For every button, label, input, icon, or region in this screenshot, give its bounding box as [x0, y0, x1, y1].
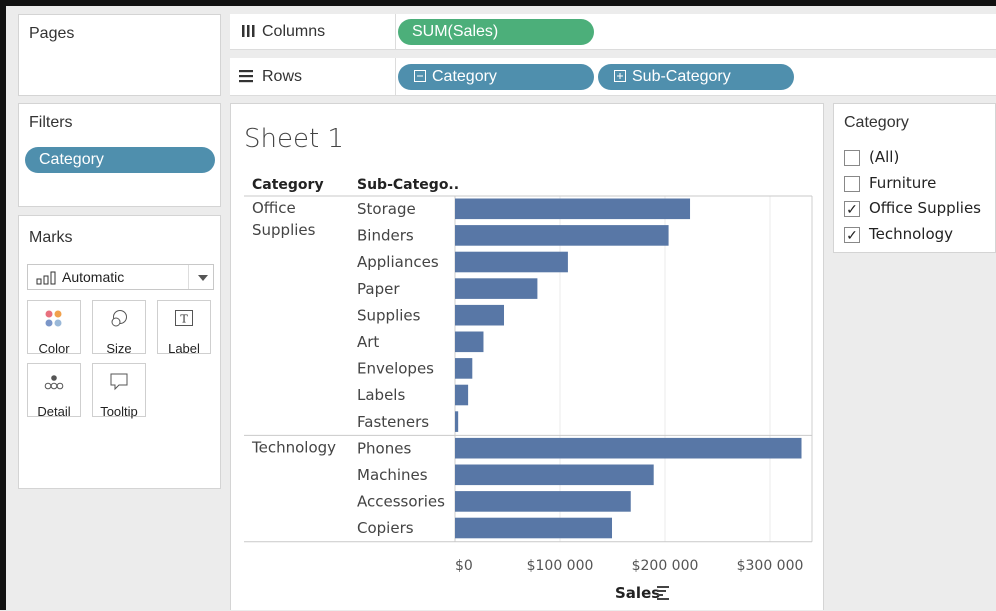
sub-category-label: Machines	[357, 466, 428, 484]
category-row-pill[interactable]: Category	[398, 64, 594, 90]
columns-icon	[242, 25, 255, 37]
label-button[interactable]: T Label	[157, 300, 211, 356]
sheet-card: Sheet 1 Category Sub-Catego.. Office Supp…	[230, 103, 824, 610]
collapse-icon[interactable]	[414, 70, 426, 82]
bar-fasteners[interactable]	[455, 411, 459, 432]
sub-category-label: Paper	[357, 280, 400, 298]
columns-shelf[interactable]: Columns SUM(Sales)	[230, 14, 996, 50]
tooltip-button[interactable]: Tooltip	[92, 363, 146, 419]
bar-accessories[interactable]	[455, 491, 631, 512]
sub-category-label: Art	[357, 333, 379, 351]
rows-icon	[239, 70, 253, 83]
chevron-down-icon	[198, 275, 208, 281]
bar-labels[interactable]	[455, 384, 469, 406]
color-icon	[45, 310, 62, 327]
size-icon	[111, 310, 127, 327]
bar-envelopes[interactable]	[455, 358, 473, 379]
sub-category-label: Binders	[357, 227, 414, 245]
category-filter-title: Category	[844, 114, 909, 131]
sub-category-label: Envelopes	[357, 360, 434, 378]
bar-binders[interactable]	[455, 225, 669, 246]
color-button[interactable]: Color	[27, 300, 81, 356]
bar-paper[interactable]	[455, 278, 538, 299]
marks-title: Marks	[29, 229, 73, 246]
checkbox-technology[interactable]: ✓	[844, 226, 860, 243]
marks-card: Marks Automatic Color Size T Label Detai…	[18, 215, 221, 489]
category-label: Technology	[251, 438, 336, 456]
sub-category-label: Copiers	[357, 519, 414, 537]
x-tick-label: $200 000	[632, 558, 699, 574]
detail-icon	[44, 375, 64, 390]
checkbox-label: Furniture	[869, 173, 937, 192]
bar-phones[interactable]	[455, 437, 802, 459]
x-axis-label: Sales	[615, 584, 660, 602]
sub-category-header: Sub-Catego..	[357, 177, 459, 193]
checkbox-furniture[interactable]	[844, 175, 860, 192]
x-tick-label: $0	[455, 558, 473, 574]
text-label-icon: T	[175, 310, 193, 326]
bar-art[interactable]	[455, 331, 484, 353]
svg-text:T: T	[180, 313, 188, 326]
rows-label: Rows	[262, 68, 303, 85]
checkbox-office-supplies[interactable]: ✓	[844, 201, 860, 217]
mark-type-dropdown[interactable]: Automatic	[27, 264, 214, 290]
sub-category-row-pill[interactable]: Sub-Category	[598, 64, 794, 90]
pages-title: Pages	[29, 25, 75, 42]
sub-category-label: Fasteners	[357, 413, 429, 431]
bar-chart-icon	[36, 271, 56, 285]
bar-supplies[interactable]	[455, 304, 505, 326]
sum-sales-pill[interactable]: SUM(Sales)	[398, 19, 594, 45]
category-filter-card: Category (All) Furniture ✓ Office Supplies ✓…	[833, 103, 996, 253]
sub-category-label: Appliances	[357, 253, 439, 271]
checkbox-label: (All)	[869, 148, 900, 166]
bar-machines[interactable]	[455, 464, 654, 486]
filters-card: Filters Category	[18, 103, 221, 207]
bar-storage[interactable]	[455, 198, 691, 220]
bar-chart: Category Sub-Catego.. Office Supplies Stor…	[244, 177, 813, 602]
size-button[interactable]: Size	[92, 300, 146, 356]
detail-button[interactable]: Detail	[27, 363, 81, 419]
sub-category-label: Supplies	[357, 306, 421, 324]
x-tick-label: $300 000	[737, 558, 804, 574]
expand-icon[interactable]	[614, 70, 626, 82]
checkbox-label: Technology	[869, 224, 954, 243]
sub-category-label: Accessories	[357, 493, 445, 511]
pages-card: Pages	[18, 14, 221, 96]
mark-type-label: Automatic	[62, 269, 125, 285]
rows-shelf[interactable]: Rows Category Sub-Category	[230, 58, 996, 96]
bar-appliances[interactable]	[455, 251, 568, 273]
category-label: Office Supplies	[252, 199, 316, 239]
sub-category-label: Storage	[357, 200, 416, 218]
checkbox-label: Office Supplies	[869, 199, 982, 217]
tooltip-icon	[110, 373, 128, 391]
columns-label: Columns	[262, 23, 326, 40]
bar-copiers[interactable]	[455, 517, 613, 539]
category-header: Category	[252, 177, 324, 193]
category-filter-pill[interactable]: Category	[25, 147, 215, 173]
checkbox-all[interactable]	[844, 150, 860, 166]
filters-title: Filters	[29, 114, 73, 131]
sub-category-label: Labels	[357, 386, 405, 404]
sub-category-label: Phones	[357, 439, 411, 457]
x-tick-label: $100 000	[527, 558, 594, 574]
